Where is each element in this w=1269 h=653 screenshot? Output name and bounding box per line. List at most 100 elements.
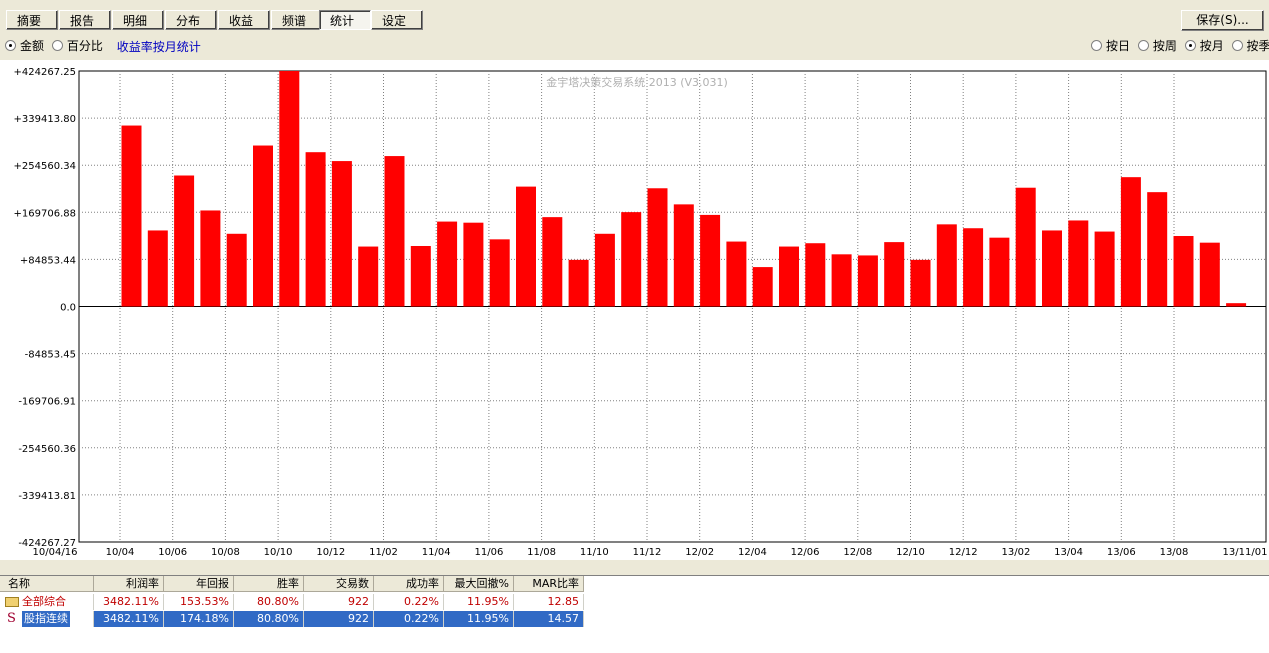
bar xyxy=(1015,187,1036,307)
bar xyxy=(857,255,878,307)
x-tick-label: 13/08 xyxy=(1160,547,1189,558)
col-profit-rate[interactable]: 利润率 xyxy=(94,576,164,592)
radio-dot-icon xyxy=(1137,40,1149,51)
tab-settings[interactable]: 设定 xyxy=(371,10,423,30)
bar xyxy=(253,145,273,307)
chart-area: +424267.25 +339413.80 +254560.34 +169706.88… xyxy=(0,60,1269,560)
bar xyxy=(121,125,142,307)
bar xyxy=(1147,192,1168,307)
radio-label: 百分比 xyxy=(66,39,103,53)
x-tick-label: 12/04 xyxy=(738,547,767,558)
bar xyxy=(331,161,352,307)
bar xyxy=(410,245,431,307)
radio-daily[interactable]: 按日 xyxy=(1091,37,1130,54)
bar xyxy=(1068,220,1089,307)
row-name: 全部综合 xyxy=(22,595,66,608)
radio-monthly[interactable]: 按月 xyxy=(1184,37,1224,54)
x-tick-label: 12/08 xyxy=(843,547,872,558)
bar xyxy=(1173,236,1194,307)
cell-mar-ratio: 12.85 xyxy=(514,594,584,610)
strategy-icon: S xyxy=(7,611,16,626)
bar xyxy=(884,242,905,307)
bar xyxy=(542,217,563,307)
bar xyxy=(752,267,773,307)
x-tick-label: 11/02 xyxy=(369,547,398,558)
row-name-cell: S 股指连续 xyxy=(0,611,94,627)
x-tick-label: 10/12 xyxy=(316,547,345,558)
x-tick-label: 12/12 xyxy=(949,547,978,558)
bar xyxy=(700,214,721,307)
mode-radio-group: 金额 百分比 收益率按月统计 xyxy=(5,37,201,54)
radio-dot-icon xyxy=(1184,40,1196,51)
radio-dot-icon xyxy=(51,40,63,51)
tab-distribution[interactable]: 分布 xyxy=(165,10,217,30)
x-tick-label: 10/04/16 xyxy=(33,547,78,558)
radio-label: 按周 xyxy=(1152,39,1177,53)
radio-dot-icon xyxy=(5,40,16,51)
tab-statistics[interactable]: 统计 xyxy=(319,10,371,30)
radio-quarterly[interactable]: 按季 xyxy=(1231,37,1269,54)
radio-label: 金额 xyxy=(20,39,45,53)
col-annual-return[interactable]: 年回报 xyxy=(164,576,234,592)
x-tick-label: 13/04 xyxy=(1054,547,1083,558)
bar xyxy=(1226,303,1247,307)
bar xyxy=(1094,231,1115,307)
bar xyxy=(437,221,458,307)
y-tick-label: -84853.45 xyxy=(25,350,76,361)
cell-trade-count: 922 xyxy=(304,594,374,610)
radio-amount[interactable]: 金额 xyxy=(5,37,44,54)
y-tick-label: +339413.80 xyxy=(14,114,76,125)
y-tick-label: -254560.36 xyxy=(18,444,76,455)
y-tick-label: +424267.25 xyxy=(14,67,76,78)
x-tick-label: 10/04 xyxy=(106,547,135,558)
x-tick-label: 12/06 xyxy=(791,547,820,558)
bar xyxy=(594,233,615,307)
tab-spectrum[interactable]: 频谱 xyxy=(271,10,323,30)
monthly-return-link[interactable]: 收益率按月统计 xyxy=(117,40,201,54)
cell-trade-count: 922 xyxy=(304,611,374,627)
cell-win-rate: 80.80% xyxy=(234,594,304,610)
bar xyxy=(1042,230,1062,307)
cell-win-rate: 80.80% xyxy=(234,611,304,627)
bar xyxy=(200,210,221,307)
tab-report[interactable]: 报告 xyxy=(59,10,111,30)
col-success-rate[interactable]: 成功率 xyxy=(374,576,444,592)
row-name: 股指连续 xyxy=(22,611,70,627)
bar xyxy=(831,254,852,307)
bar xyxy=(779,246,799,307)
x-tick-label: 10/06 xyxy=(158,547,187,558)
x-tick-label: 13/02 xyxy=(1001,547,1030,558)
radio-percent[interactable]: 百分比 xyxy=(51,37,103,54)
tab-summary[interactable]: 摘要 xyxy=(6,10,58,30)
tab-detail[interactable]: 明细 xyxy=(112,10,164,30)
col-win-rate[interactable]: 胜率 xyxy=(234,576,304,592)
save-button[interactable]: 保存(S)... xyxy=(1181,10,1264,31)
bar xyxy=(358,246,379,307)
bar xyxy=(147,230,168,307)
bar-chart: +424267.25 +339413.80 +254560.34 +169706.88… xyxy=(14,67,1268,558)
col-max-drawdown[interactable]: 最大回撤% xyxy=(444,576,514,592)
period-radio-group: 按日 按周 按月 按季 xyxy=(1091,37,1269,53)
tab-earnings[interactable]: 收益 xyxy=(218,10,270,30)
row-name-cell: 全部综合 xyxy=(0,594,94,610)
radio-dot-icon xyxy=(1231,40,1243,51)
x-tick-label: 10/08 xyxy=(211,547,240,558)
cell-success-rate: 0.22% xyxy=(374,611,444,627)
bar xyxy=(673,204,694,307)
col-trade-count[interactable]: 交易数 xyxy=(304,576,374,592)
radio-label: 按月 xyxy=(1199,39,1224,53)
chart-title: 金宇塔决策交易系统 2013 (V3.031) xyxy=(546,75,728,89)
col-mar-ratio[interactable]: MAR比率 xyxy=(514,576,584,592)
y-tick-label: -339413.81 xyxy=(18,491,76,502)
bar xyxy=(647,188,668,307)
bar xyxy=(305,152,326,307)
x-tick-label: 13/11/01 xyxy=(1223,547,1268,558)
bar xyxy=(489,239,510,307)
x-tick-label: 12/10 xyxy=(896,547,925,558)
col-name[interactable]: 名称 xyxy=(0,576,94,592)
bar xyxy=(805,243,826,307)
radio-dot-icon xyxy=(1091,40,1102,51)
bar xyxy=(726,241,747,307)
cell-max-drawdown: 11.95% xyxy=(444,594,514,610)
radio-weekly[interactable]: 按周 xyxy=(1137,37,1177,54)
